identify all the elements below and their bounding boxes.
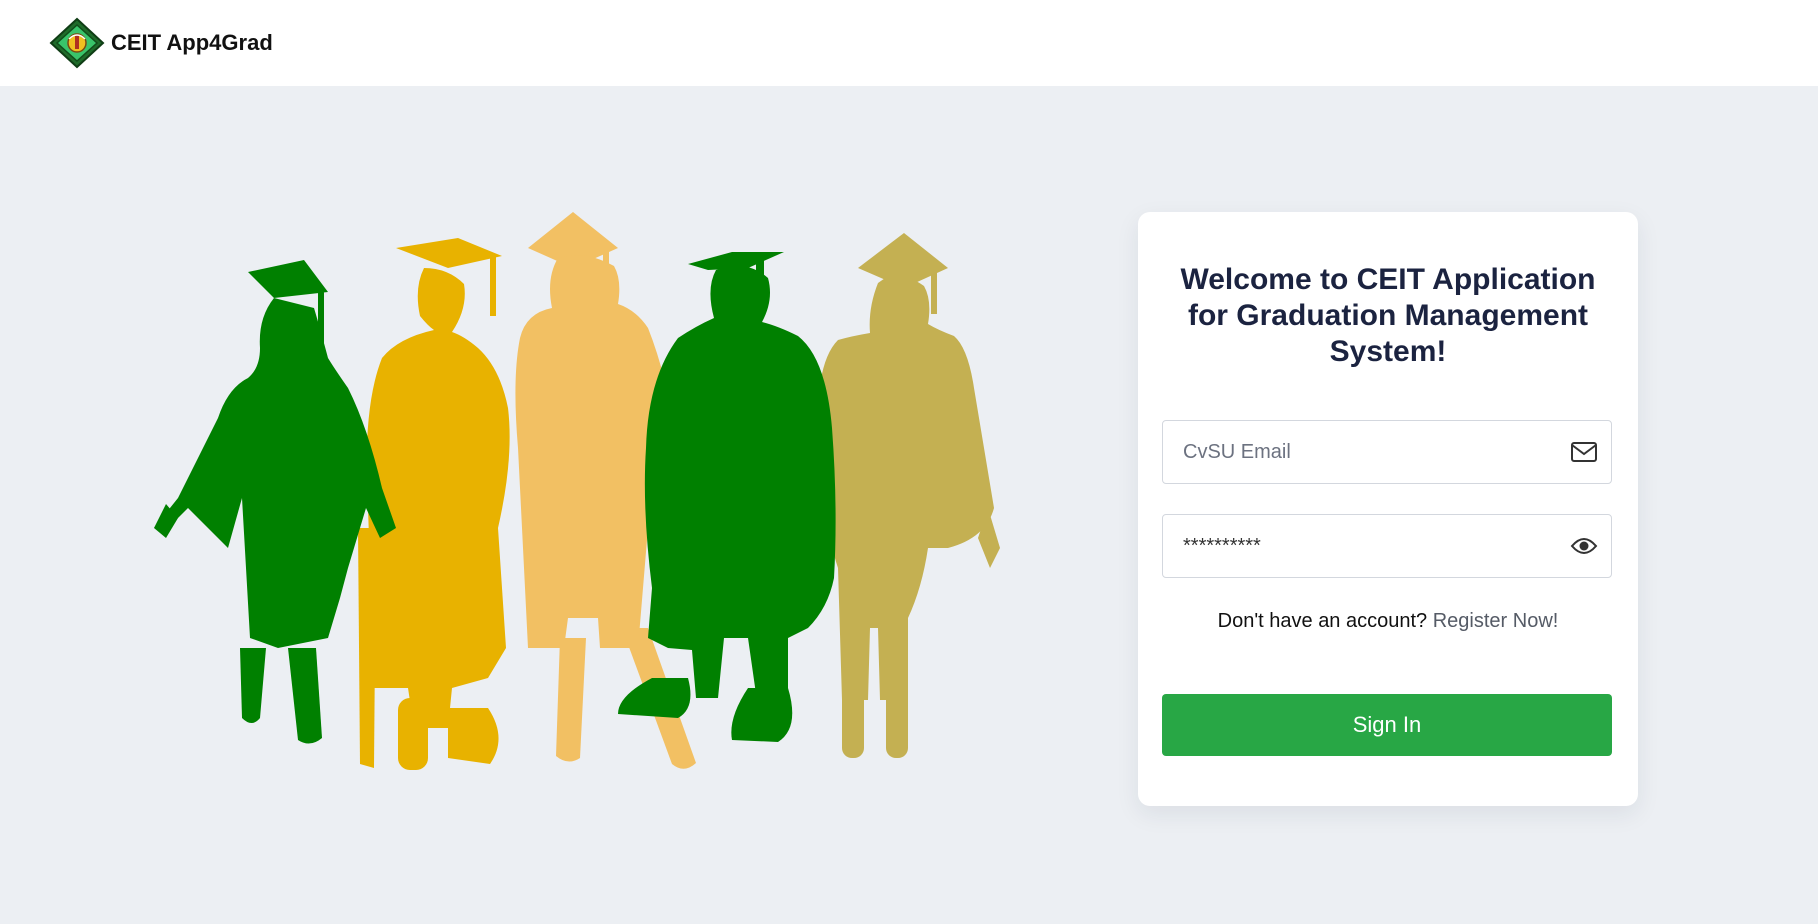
register-prompt-line: Don't have an account? Register Now! [1138,610,1638,633]
register-link[interactable]: Register Now! [1433,610,1559,632]
login-title: Welcome to CEIT Application for Graduati… [1180,263,1596,368]
navbar: CEIT App4Grad [0,0,1818,86]
graduates-silhouette-icon [154,212,1000,770]
password-field[interactable] [1162,514,1612,578]
email-field[interactable] [1162,420,1612,484]
brand-link[interactable]: CEIT App4Grad [49,17,273,69]
email-input[interactable] [1183,422,1563,482]
login-card: Welcome to CEIT Application for Graduati… [1138,212,1638,806]
envelope-icon [1569,437,1599,467]
register-prompt: Don't have an account? [1217,610,1428,632]
password-input[interactable] [1183,516,1563,576]
eye-icon[interactable] [1569,531,1599,561]
ceit-logo-icon [49,17,105,69]
graduates-illustration [148,208,1008,808]
signin-button[interactable]: Sign In [1162,694,1612,756]
graduate-silhouette-5 [818,233,1000,758]
brand-name: CEIT App4Grad [111,30,273,55]
